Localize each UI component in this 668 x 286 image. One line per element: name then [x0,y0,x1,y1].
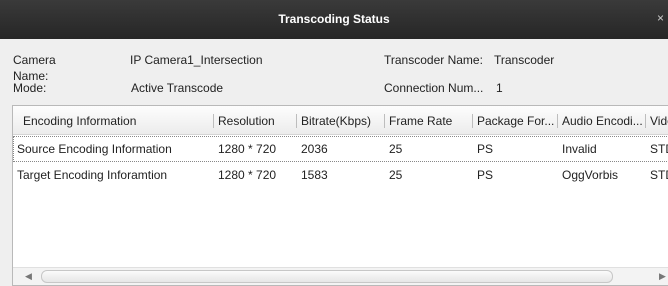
table-row[interactable]: Source Encoding Information 1280 * 720 2… [13,136,668,162]
table-cell: PS [477,168,494,182]
column-header-package-format[interactable]: Package For... [477,113,555,129]
column-divider[interactable] [384,114,385,128]
connection-num-value: 1 [496,81,503,95]
table-cell: 1583 [301,168,328,182]
table-cell: Source Encoding Information [17,142,172,156]
transcoder-name-value: Transcoder [494,53,555,67]
transcoding-status-dialog: Transcoding Status × Camera Name: IP Cam… [0,0,668,286]
column-divider[interactable] [472,114,473,128]
table-cell: STD [650,142,668,156]
table-cell: STD [650,168,668,182]
title-bar[interactable]: Transcoding Status × [0,0,668,39]
column-header-encoding-information[interactable]: Encoding Information [23,113,213,129]
column-header-video[interactable]: Vide [650,113,668,129]
horizontal-scrollbar[interactable]: ◀ ▶ [13,267,668,285]
column-header-bitrate[interactable]: Bitrate(Kbps) [301,113,381,129]
table-header: Encoding Information Resolution Bitrate(… [13,106,668,135]
column-divider[interactable] [557,114,558,128]
column-divider[interactable] [645,114,646,128]
mode-value: Active Transcode [131,81,224,95]
table-cell: 25 [389,142,403,156]
table-cell: OggVorbis [562,168,619,182]
table-cell: 1280 * 720 [218,168,277,182]
table-cell: Target Encoding Inforamtion [17,168,168,182]
column-divider[interactable] [213,114,214,128]
table-cell: 2036 [301,142,328,156]
right-arrow-icon[interactable]: ▶ [659,271,666,282]
encoding-table: Encoding Information Resolution Bitrate(… [12,105,668,286]
table-cell: 25 [389,168,403,182]
table-cell: Invalid [562,142,597,156]
table-row[interactable]: Target Encoding Inforamtion 1280 * 720 1… [13,162,668,188]
dialog-title: Transcoding Status [278,12,390,26]
scrollbar-thumb[interactable] [41,270,613,283]
column-header-audio-encoding[interactable]: Audio Encodi... [562,113,642,129]
connection-num-label: Connection Num... [384,81,484,95]
camera-name-value: IP Camera1_Intersection [130,53,263,67]
mode-label: Mode: [13,81,47,95]
table-cell: 1280 * 720 [218,142,277,156]
table-cell: PS [477,142,494,156]
left-arrow-icon[interactable]: ◀ [25,271,32,282]
close-icon[interactable]: × [657,11,664,25]
column-header-resolution[interactable]: Resolution [218,113,294,129]
column-divider[interactable] [296,114,297,128]
transcoder-name-label: Transcoder Name: [384,53,483,67]
column-header-frame-rate[interactable]: Frame Rate [389,113,469,129]
